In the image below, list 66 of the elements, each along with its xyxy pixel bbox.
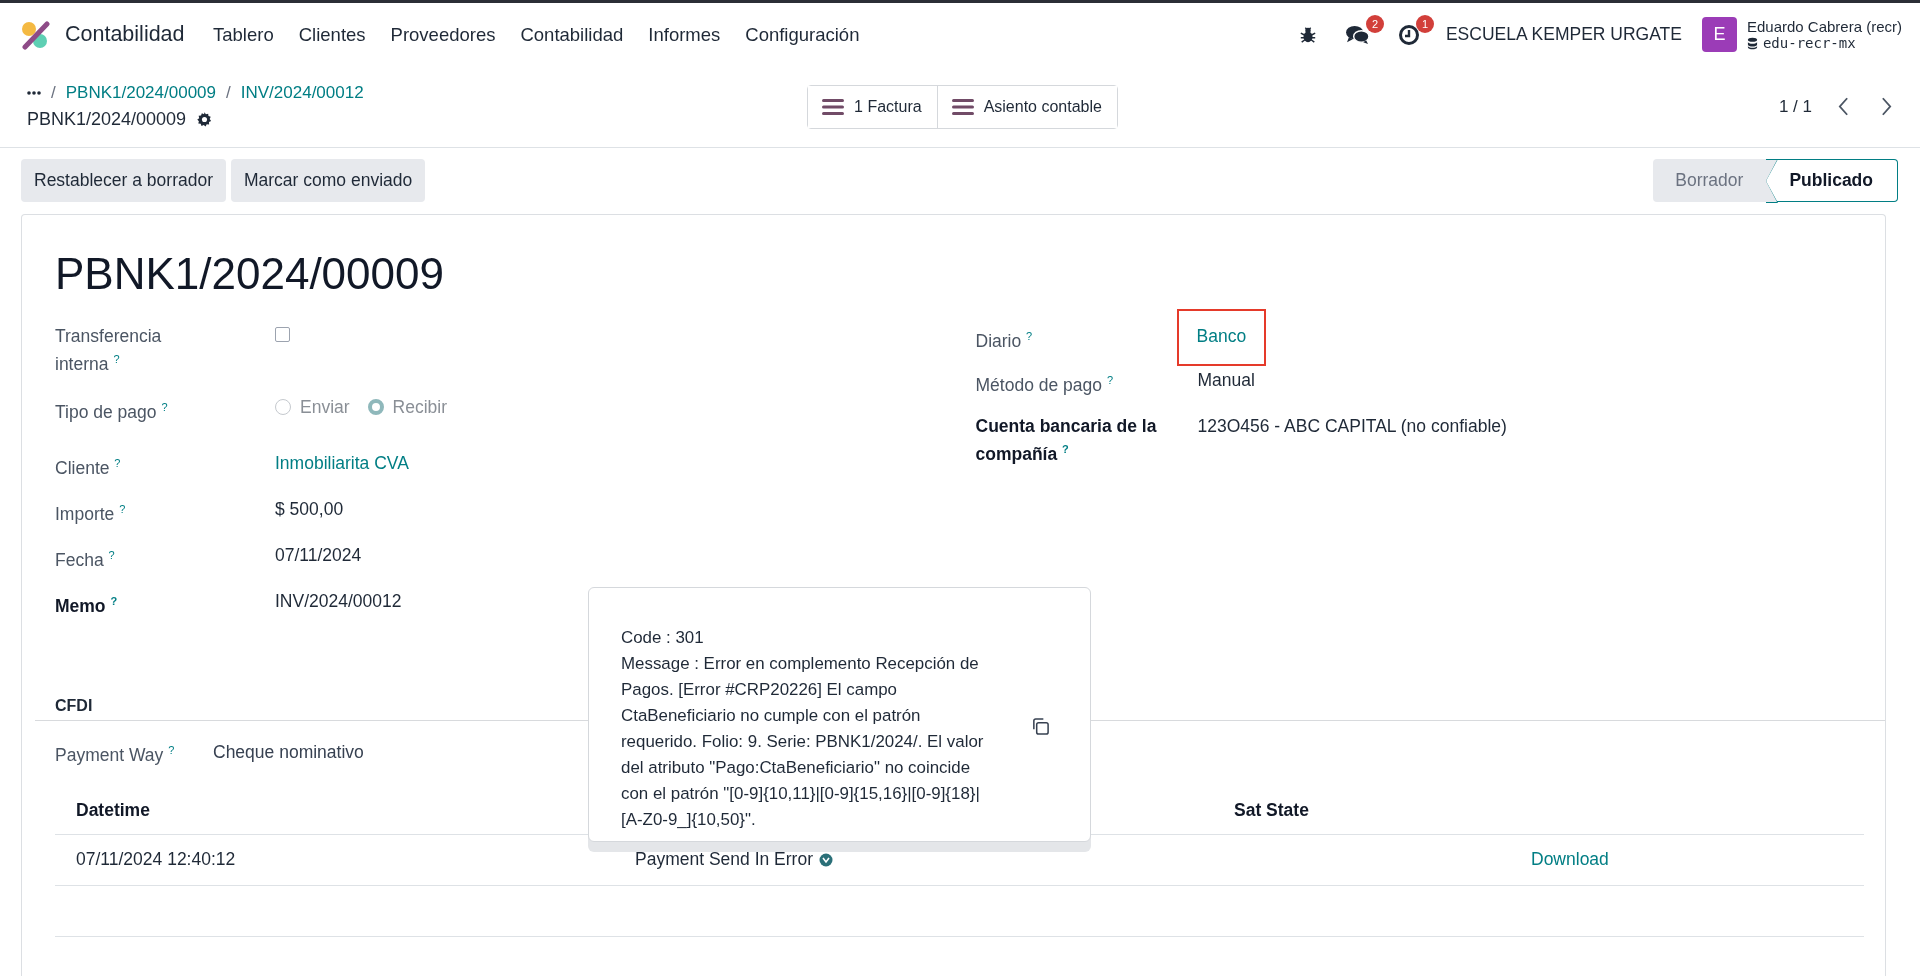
app-logo-icon[interactable] [20, 19, 50, 50]
chevron-left-icon [1838, 97, 1849, 116]
ellipsis-icon[interactable] [27, 91, 41, 95]
field-value: Cheque nominativo [213, 742, 364, 764]
breadcrumb-link[interactable]: PBNK1/2024/00009 [65, 83, 217, 103]
circle-icon[interactable] [819, 852, 833, 867]
action-button[interactable]: Marcar como enviado [231, 159, 426, 202]
error-message: Message : Error en complemento Recepción de Pagos. [Error #CRP20226] El campo CtaBeneficiario no cumple con el patrón requerido. Folio: 9. Serie: PBNK1/2024/. El valor del atributo "Pago:CtaBeneficiario" no coincide con el patrón "[0-9]{10,11}|[0-9]{15,16}|[0-9]{18}|[A-Z0-9_]{10,50}". [621, 653, 985, 831]
field-label: Cliente $^{?}$ [55, 455, 121, 480]
record-title: PBNK1/2024/00009 [55, 249, 445, 299]
section-title: CFDI [55, 696, 93, 716]
status-step[interactable]: Publicado [1767, 159, 1898, 202]
field-label: Cuenta bancaria de la compañía $^{?}$ [975, 415, 1158, 466]
notification-badge: 1 [1415, 14, 1434, 33]
field-link[interactable]: Banco [1176, 309, 1267, 366]
field-value: 07/11/2024 [275, 544, 362, 565]
field-value: $ 500,00 [275, 498, 344, 519]
field-label: Importe $^{?}$ [55, 501, 126, 526]
menu-item[interactable]: Tablero [200, 17, 287, 52]
field-label: Payment Way $^{?}$ [55, 742, 176, 767]
menu-item[interactable]: Proveedores [378, 17, 508, 52]
field-link[interactable]: Inmobiliarita CVA [275, 452, 409, 473]
field-label: Memo $^{?}$ [55, 593, 118, 618]
status-step[interactable]: Borrador [1653, 159, 1768, 202]
field-label: Diario $^{?}$ [975, 329, 1033, 353]
field-label: Método de pago $^{?}$ [975, 373, 1113, 397]
action-button[interactable]: Restablecer a borrador [21, 159, 226, 202]
field-label: Fecha $^{?}$ [55, 547, 115, 572]
app-name[interactable]: Contabilidad [65, 22, 185, 47]
menu-item[interactable]: Informes [635, 17, 733, 52]
menu-item[interactable]: Clientes [286, 17, 379, 52]
breadcrumb-separator: / [226, 83, 231, 103]
table-cell: Payment Send In Error [635, 849, 813, 871]
menu-item[interactable]: Contabilidad [507, 17, 636, 52]
field-label: Tipo de pago $^{?}$ [55, 399, 168, 424]
column-header[interactable]: Datetime [76, 799, 150, 820]
menu-item[interactable]: Configuración [732, 17, 872, 52]
download-link[interactable]: Download [1531, 849, 1609, 870]
list-icon [822, 97, 845, 116]
radio-button[interactable] [367, 399, 384, 416]
user-name: Eduardo Cabrera (recr) [1746, 18, 1902, 35]
field-label: Transferencia interna $^{?}$ [55, 325, 163, 376]
notification-badge: 2 [1365, 15, 1384, 33]
error-code: Code : 301 [621, 627, 705, 649]
field-value: 123O456 - ABC CAPITAL (no confiable) [1197, 416, 1507, 436]
clock-icon[interactable] [1397, 23, 1420, 46]
copy-icon [1031, 717, 1050, 736]
gear-icon[interactable] [196, 111, 214, 128]
pager-value[interactable]: 1 / 1 [1778, 96, 1812, 117]
field-value: INV/2024/00012 [275, 590, 402, 611]
record-breadcrumb: PBNK1/2024/00009 [27, 109, 187, 130]
list-icon [951, 97, 974, 116]
bug-icon[interactable] [1298, 25, 1317, 44]
checkbox[interactable] [275, 327, 290, 342]
breadcrumb-link[interactable]: INV/2024/00012 [240, 83, 364, 103]
smart-button[interactable]: Asiento contable [936, 85, 1117, 128]
database-name: edu-recr-mx [1762, 35, 1856, 51]
table-cell: 07/11/2024 12:40:12 [76, 849, 236, 870]
chevron-right-icon [1881, 97, 1892, 116]
column-header[interactable]: Sat State [1234, 799, 1309, 820]
field-value: Manual [1197, 370, 1255, 390]
chat-icon[interactable] [1344, 24, 1370, 45]
user-avatar[interactable]: E [1701, 17, 1737, 52]
breadcrumb-separator: / [51, 83, 56, 103]
database-icon [1746, 36, 1758, 50]
company-name[interactable]: ESCUELA KEMPER URGATE [1445, 24, 1682, 45]
